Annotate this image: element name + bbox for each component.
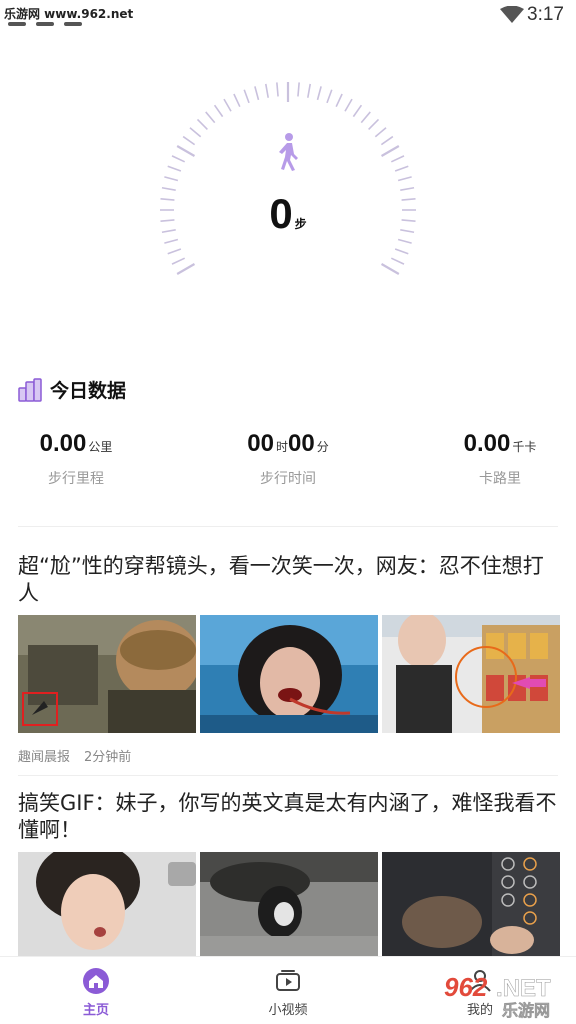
gauge-tick: [176, 145, 196, 157]
gauge-tick: [360, 111, 371, 124]
gauge-tick: [276, 82, 279, 97]
gauge-tick: [394, 165, 409, 172]
distance-value: 0.00: [39, 430, 87, 457]
gauge-tick: [352, 104, 363, 118]
calories-unit: 千卡: [512, 440, 537, 454]
calories-label: 卡路里: [479, 471, 521, 487]
gauge-tick: [213, 104, 224, 118]
video-icon: [276, 970, 300, 991]
gauge-tick: [167, 165, 182, 172]
stat-distance: 0.00 公里 步行里程: [0, 430, 172, 488]
gauge-tick: [182, 135, 196, 146]
gauge-tick: [394, 248, 409, 255]
divider: [18, 526, 558, 527]
news-thumbnail[interactable]: [382, 615, 560, 733]
stat-calories: 0.00 千卡 卡路里: [404, 430, 576, 488]
stat-walk-time: 00 时00 分 步行时间: [192, 430, 384, 488]
distance-unit: 公里: [88, 440, 113, 454]
tab-home-label: 主页: [82, 1003, 109, 1018]
gauge-tick: [390, 155, 405, 163]
news-thumbnail[interactable]: [18, 852, 196, 956]
news-title[interactable]: 超“尬”性的穿帮镜头，看一次笑一次，网友：忍不住想打人: [18, 553, 558, 607]
minutes-value: 00: [288, 430, 315, 457]
gauge-tick: [167, 248, 182, 255]
gauge-tick: [326, 89, 333, 104]
today-data-title: 今日数据: [50, 380, 127, 402]
news-thumbnail[interactable]: [382, 852, 560, 956]
gauge-tick: [176, 263, 196, 275]
gauge-tick: [171, 155, 186, 163]
gauge-tick: [316, 86, 322, 101]
gauge-tick: [397, 176, 412, 182]
home-icon: [83, 968, 109, 994]
notification-icons: [8, 22, 82, 26]
tab-short-video-label: 小视频: [268, 1003, 308, 1018]
walk-time-label: 步行时间: [260, 471, 316, 487]
step-count-value: 0: [269, 190, 293, 237]
calories-value: 0.00: [463, 430, 511, 457]
news-thumbnail[interactable]: [18, 615, 196, 733]
minutes-unit: 分: [316, 440, 329, 454]
news-meta: 趣闻晨报 2分钟前: [18, 746, 131, 765]
tab-home[interactable]: 主页: [36, 957, 156, 1024]
watermark-text: 乐游网 www.962.net: [4, 7, 134, 21]
gauge-tick: [368, 118, 380, 130]
gauge-tick: [254, 86, 260, 101]
divider: [18, 775, 558, 776]
gauge-tick: [264, 83, 269, 98]
gauge-tick: [335, 93, 343, 108]
hours-unit: 时: [275, 440, 288, 454]
distance-label: 步行里程: [48, 471, 104, 487]
gauge-tick: [171, 257, 186, 265]
brand-watermark-logo: 962 .NET 乐游网: [444, 972, 551, 1020]
logo-number: 962: [444, 972, 488, 1002]
gauge-tick: [205, 111, 216, 124]
gauge-tick: [380, 135, 394, 146]
step-count: 0步: [0, 190, 576, 238]
gauge-tick: [223, 98, 232, 112]
gauge-tick: [344, 98, 353, 112]
gauge-tick: [164, 238, 179, 244]
news-thumbnail[interactable]: [200, 615, 378, 733]
gauge-tick: [233, 93, 241, 108]
hours-value: 00: [247, 430, 274, 457]
gauge-tick: [297, 82, 300, 97]
gauge-tick: [243, 89, 250, 104]
gauge-tick: [380, 263, 400, 275]
news-thumbnail[interactable]: [200, 852, 378, 956]
city-buildings-icon: [18, 377, 42, 402]
gauge-tick: [390, 257, 405, 265]
logo-cn: 乐游网: [502, 1001, 550, 1020]
news-title[interactable]: 搞笑GIF：妹子，你写的英文真是太有内涵了，难怪我看不懂啊！: [18, 790, 558, 844]
news-thumbnails[interactable]: [18, 615, 560, 733]
news-thumbnails[interactable]: [18, 852, 560, 956]
news-source: 趣闻晨报: [18, 750, 71, 765]
wifi-icon: [500, 6, 524, 23]
walking-person-icon: [279, 133, 298, 171]
news-time: 2分钟前: [84, 750, 132, 765]
gauge-tick: [196, 118, 208, 130]
gauge-tick: [397, 238, 412, 244]
gauge-tick: [374, 127, 387, 138]
tab-short-video[interactable]: 小视频: [228, 957, 348, 1024]
clock: 3:17: [527, 4, 564, 25]
step-count-unit: 步: [294, 217, 307, 231]
logo-suffix: .NET: [496, 975, 551, 1002]
gauge-tick: [307, 83, 312, 98]
gauge-tick: [164, 176, 179, 182]
status-bar: 乐游网 www.962.net 3:17: [0, 0, 576, 30]
gauge-tick: [380, 145, 400, 157]
gauge-tick: [189, 127, 202, 138]
today-data-header: 今日数据: [18, 376, 126, 403]
